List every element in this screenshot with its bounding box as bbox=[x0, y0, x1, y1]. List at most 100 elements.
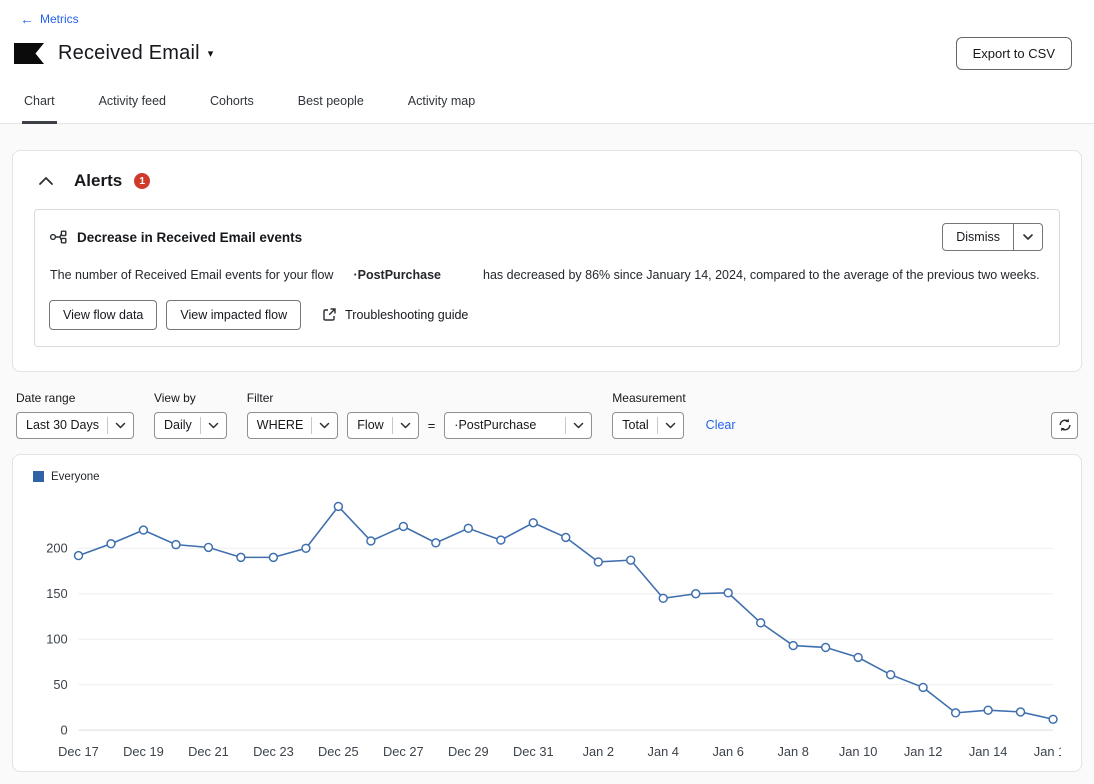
data-point[interactable] bbox=[497, 536, 505, 544]
svg-text:Jan 6: Jan 6 bbox=[713, 744, 744, 759]
data-point[interactable] bbox=[594, 558, 602, 566]
alert-flow-name[interactable]: ·PostPurchase bbox=[353, 268, 441, 282]
alert-title: Decrease in Received Email events bbox=[77, 230, 302, 245]
where-select[interactable]: WHERE bbox=[247, 412, 339, 439]
data-point[interactable] bbox=[172, 540, 180, 548]
data-point[interactable] bbox=[367, 537, 375, 545]
svg-text:Dec 21: Dec 21 bbox=[188, 744, 229, 759]
line-chart-svg: 050100150200Dec 17Dec 19Dec 21Dec 23Dec … bbox=[33, 487, 1061, 766]
alerts-count-badge: 1 bbox=[134, 173, 150, 189]
clear-filters-link[interactable]: Clear bbox=[706, 418, 736, 432]
back-link-label: Metrics bbox=[40, 12, 79, 26]
legend-item-everyone[interactable]: Everyone bbox=[33, 471, 100, 483]
troubleshooting-guide-link[interactable]: Troubleshooting guide bbox=[322, 307, 468, 322]
svg-text:Dec 17: Dec 17 bbox=[58, 744, 99, 759]
title-dropdown-caret-icon[interactable]: ▾ bbox=[208, 47, 214, 60]
data-point[interactable] bbox=[139, 526, 147, 534]
dismiss-button[interactable]: Dismiss bbox=[942, 223, 1014, 251]
measurement-label: Measurement bbox=[612, 391, 685, 405]
tab-best-people[interactable]: Best people bbox=[296, 86, 366, 124]
refresh-button[interactable] bbox=[1051, 412, 1078, 439]
tab-cohorts[interactable]: Cohorts bbox=[208, 86, 256, 124]
date-range-select[interactable]: Last 30 Days bbox=[16, 412, 134, 439]
data-point[interactable] bbox=[822, 643, 830, 651]
chevron-down-icon bbox=[208, 422, 219, 429]
chevron-down-icon bbox=[573, 422, 584, 429]
data-point[interactable] bbox=[205, 543, 213, 551]
chevron-down-icon bbox=[115, 422, 126, 429]
data-point[interactable] bbox=[464, 524, 472, 532]
tab-chart[interactable]: Chart bbox=[22, 86, 57, 124]
alert-message: The number of Received Email events for … bbox=[50, 266, 1043, 285]
data-point[interactable] bbox=[1017, 708, 1025, 716]
svg-text:Jan 8: Jan 8 bbox=[777, 744, 808, 759]
alert-message-after: has decreased by 86% since January 14, 2… bbox=[483, 268, 1040, 282]
data-point[interactable] bbox=[302, 544, 310, 552]
measurement-select[interactable]: Total bbox=[612, 412, 683, 439]
svg-text:Jan 2: Jan 2 bbox=[583, 744, 614, 759]
data-point[interactable] bbox=[107, 540, 115, 548]
filter-field-select[interactable]: Flow bbox=[347, 412, 418, 439]
data-point[interactable] bbox=[952, 709, 960, 717]
dismiss-dropdown-button[interactable] bbox=[1014, 223, 1043, 251]
view-by-select[interactable]: Daily bbox=[154, 412, 227, 439]
external-link-icon bbox=[322, 307, 337, 322]
troubleshooting-guide-label: Troubleshooting guide bbox=[345, 308, 468, 322]
back-to-metrics-link[interactable]: ← Metrics bbox=[20, 12, 79, 26]
data-point[interactable] bbox=[562, 533, 570, 541]
chevron-up-icon bbox=[38, 176, 54, 186]
view-flow-data-button[interactable]: View flow data bbox=[49, 300, 157, 330]
view-impacted-flow-button[interactable]: View impacted flow bbox=[166, 300, 301, 330]
line-chart: 050100150200Dec 17Dec 19Dec 21Dec 23Dec … bbox=[33, 487, 1061, 766]
data-point[interactable] bbox=[75, 551, 83, 559]
alert-message-before: The number of Received Email events for … bbox=[50, 268, 333, 282]
svg-text:100: 100 bbox=[46, 631, 67, 646]
equals-operator: = bbox=[428, 418, 436, 433]
measurement-value: Total bbox=[622, 418, 648, 432]
data-point[interactable] bbox=[269, 553, 277, 561]
filter-field-value: Flow bbox=[357, 418, 383, 432]
refresh-icon bbox=[1057, 417, 1073, 433]
data-point[interactable] bbox=[887, 670, 895, 678]
back-arrow-icon: ← bbox=[20, 12, 34, 26]
svg-text:Dec 27: Dec 27 bbox=[383, 744, 424, 759]
data-point[interactable] bbox=[432, 539, 440, 547]
filter-label: Filter bbox=[247, 391, 593, 405]
data-point[interactable] bbox=[659, 594, 667, 602]
alerts-collapse-button[interactable] bbox=[34, 172, 58, 190]
data-point[interactable] bbox=[854, 653, 862, 661]
data-point[interactable] bbox=[399, 522, 407, 530]
data-point[interactable] bbox=[984, 706, 992, 714]
flow-value-select[interactable]: ·PostPurchase bbox=[444, 412, 592, 439]
data-point[interactable] bbox=[692, 590, 700, 598]
tab-activity-map[interactable]: Activity map bbox=[406, 86, 477, 124]
metric-flag-icon bbox=[14, 43, 44, 64]
svg-text:Dec 29: Dec 29 bbox=[448, 744, 489, 759]
svg-text:Jan 16: Jan 16 bbox=[1034, 744, 1061, 759]
svg-text:Jan 14: Jan 14 bbox=[969, 744, 1008, 759]
date-range-value: Last 30 Days bbox=[26, 418, 99, 432]
chevron-down-icon bbox=[1022, 233, 1034, 241]
page-title[interactable]: Received Email bbox=[58, 42, 200, 65]
data-point[interactable] bbox=[529, 519, 537, 527]
svg-text:Jan 12: Jan 12 bbox=[904, 744, 943, 759]
data-point[interactable] bbox=[237, 553, 245, 561]
chart-card: Everyone 050100150200Dec 17Dec 19Dec 21D… bbox=[12, 454, 1082, 773]
view-by-value: Daily bbox=[164, 418, 192, 432]
data-point[interactable] bbox=[724, 589, 732, 597]
tab-activity-feed[interactable]: Activity feed bbox=[97, 86, 168, 124]
where-value: WHERE bbox=[257, 418, 304, 432]
date-range-label: Date range bbox=[16, 391, 134, 405]
export-to-csv-button[interactable]: Export to CSV bbox=[956, 37, 1072, 70]
data-point[interactable] bbox=[334, 502, 342, 510]
data-point[interactable] bbox=[789, 641, 797, 649]
data-point[interactable] bbox=[919, 683, 927, 691]
alerts-card: Alerts 1 Decrease in Received Email even… bbox=[12, 150, 1082, 372]
data-point[interactable] bbox=[1049, 715, 1057, 723]
data-point[interactable] bbox=[627, 556, 635, 564]
chevron-down-icon bbox=[319, 422, 330, 429]
flow-icon bbox=[49, 229, 67, 245]
data-point[interactable] bbox=[757, 619, 765, 627]
chevron-down-icon bbox=[665, 422, 676, 429]
alert-item: Decrease in Received Email events Dismis… bbox=[34, 209, 1060, 347]
